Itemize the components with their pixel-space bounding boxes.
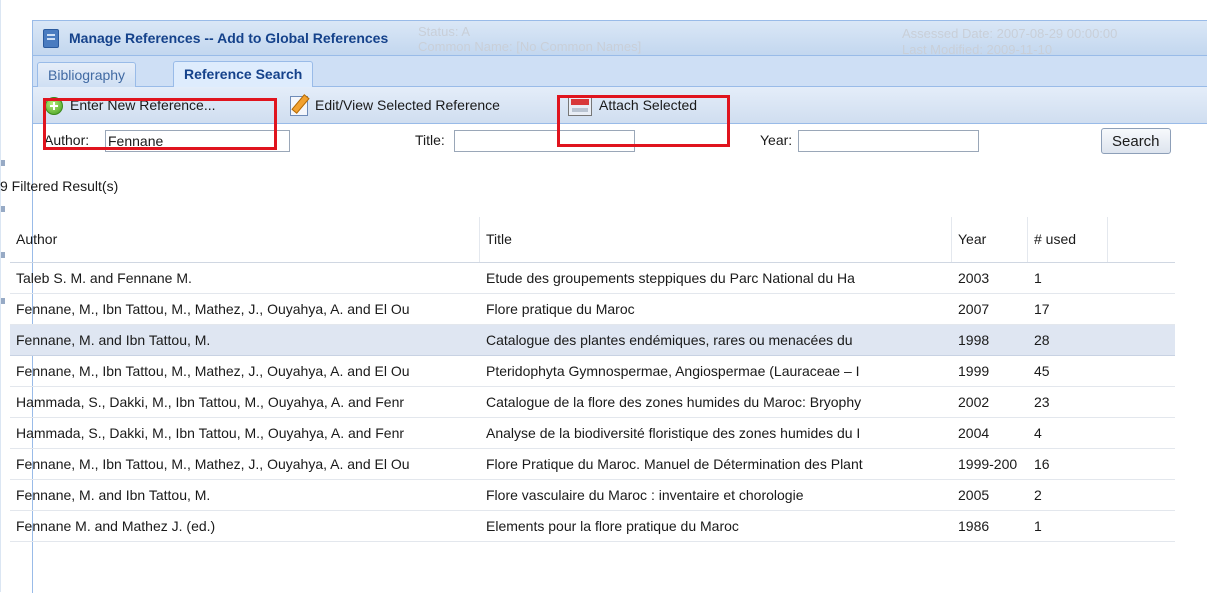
attach-icon: [568, 96, 592, 117]
table-row[interactable]: Hammada, S., Dakki, M., Ibn Tattou, M., …: [10, 418, 1175, 449]
year-input[interactable]: [798, 130, 979, 152]
column-header-title[interactable]: Title: [480, 217, 952, 262]
cell-year: 2003: [958, 270, 990, 286]
tab-reference-search[interactable]: Reference Search: [173, 61, 314, 87]
cell-title: Flore Pratique du Maroc. Manuel de Déter…: [486, 456, 863, 472]
grid-body: Taleb S. M. and Fennane M. Etude des grou…: [10, 263, 1175, 542]
cell-title: Etude des groupements steppiques du Parc…: [486, 270, 855, 286]
cell-used: 1: [1034, 518, 1042, 534]
cell-author: Fennane, M., Ibn Tattou, M., Mathez, J.,…: [16, 363, 410, 379]
table-row[interactable]: Fennane M. and Mathez J. (ed.) Elements p…: [10, 511, 1175, 542]
cell-year: 1986: [958, 518, 990, 534]
year-label: Year:: [760, 132, 793, 148]
table-row[interactable]: Taleb S. M. and Fennane M. Etude des grou…: [10, 263, 1175, 294]
cell-author: Fennane, M. and Ibn Tattou, M.: [16, 332, 211, 348]
cell-year: 1999: [958, 363, 990, 379]
edit-view-selected-reference-label: Edit/View Selected Reference: [315, 97, 500, 113]
cell-used: 45: [1034, 363, 1050, 379]
grid-header: Author Title Year # used: [10, 217, 1175, 263]
cell-title: Elements pour la flore pratique du Maroc: [486, 518, 739, 534]
author-label: Author:: [44, 132, 90, 148]
cell-used: 17: [1034, 301, 1050, 317]
tab-bibliography[interactable]: Bibliography: [37, 62, 137, 87]
cell-year: 2002: [958, 394, 990, 410]
column-header-used[interactable]: # used: [1028, 217, 1108, 262]
cell-author: Taleb S. M. and Fennane M.: [16, 270, 192, 286]
cell-used: 23: [1034, 394, 1050, 410]
cell-used: 28: [1034, 332, 1050, 348]
table-row[interactable]: Hammada, S., Dakki, M., Ibn Tattou, M., …: [10, 387, 1175, 418]
cell-author: Hammada, S., Dakki, M., Ibn Tattou, M., …: [16, 394, 405, 410]
cell-year: 2007: [958, 301, 990, 317]
dialog-title: Manage References -- Add to Global Refer…: [69, 30, 389, 46]
column-header-author[interactable]: Author: [10, 217, 480, 262]
cell-author: Hammada, S., Dakki, M., Ibn Tattou, M., …: [16, 425, 405, 441]
search-form: Author: Title: Year: Search: [33, 124, 1207, 160]
table-row[interactable]: Fennane, M. and Ibn Tattou, M. Catalogue …: [10, 325, 1175, 356]
result-count: 9 Filtered Result(s): [0, 178, 119, 194]
bg-assessed-date-text: Assessed Date: 2007-08-29 00:00:00: [902, 26, 1118, 41]
table-row[interactable]: Fennane, M., Ibn Tattou, M., Mathez, J.,…: [10, 294, 1175, 325]
attach-selected-label: Attach Selected: [599, 97, 698, 113]
cell-used: 2: [1034, 487, 1042, 503]
cell-year: 2005: [958, 487, 990, 503]
bg-status-text: Status: A: [418, 24, 471, 39]
search-button[interactable]: Search: [1101, 128, 1171, 154]
cell-title: Flore vasculaire du Maroc : inventaire e…: [486, 487, 804, 503]
cell-year: 1999-200: [958, 456, 1018, 472]
edit-view-selected-reference-button[interactable]: Edit/View Selected Reference: [290, 94, 500, 117]
table-row[interactable]: Fennane, M., Ibn Tattou, M., Mathez, J.,…: [10, 356, 1175, 387]
attach-selected-button[interactable]: Attach Selected: [568, 94, 698, 117]
enter-new-reference-label: Enter New Reference...: [70, 97, 216, 113]
edit-icon: [290, 96, 308, 117]
column-header-year[interactable]: Year: [952, 217, 1028, 262]
cell-author: Fennane, M., Ibn Tattou, M., Mathez, J.,…: [16, 301, 410, 317]
bg-common-name-text: Common Name: [No Common Names]: [418, 39, 642, 54]
cell-author: Fennane, M., Ibn Tattou, M., Mathez, J.,…: [16, 456, 410, 472]
cell-author: Fennane M. and Mathez J. (ed.): [16, 518, 216, 534]
enter-new-reference-button[interactable]: Enter New Reference...: [45, 94, 216, 116]
cell-used: 16: [1034, 456, 1050, 472]
cell-year: 1998: [958, 332, 990, 348]
results-grid: Author Title Year # used Taleb S. M. and…: [10, 217, 1175, 542]
cell-used: 4: [1034, 425, 1042, 441]
cell-year: 2004: [958, 425, 990, 441]
add-icon: [45, 97, 63, 116]
author-input[interactable]: [105, 130, 290, 152]
table-row[interactable]: Fennane, M., Ibn Tattou, M., Mathez, J.,…: [10, 449, 1175, 480]
window-icon: [43, 29, 59, 48]
title-input[interactable]: [454, 130, 635, 152]
cell-title: Catalogue des plantes endémiques, rares …: [486, 332, 853, 348]
cell-title: Pteridophyta Gymnospermae, Angiospermae …: [486, 363, 860, 379]
bg-last-modified-text: Last Modified: 2009-11-10: [902, 42, 1053, 57]
background-left-strip: [0, 120, 8, 420]
toolbar: Enter New Reference... Edit/View Selecte…: [33, 87, 1207, 124]
tab-strip: Bibliography Reference Search: [33, 56, 1207, 87]
cell-author: Fennane, M. and Ibn Tattou, M.: [16, 487, 211, 503]
cell-title: Flore pratique du Maroc: [486, 301, 635, 317]
cell-used: 1: [1034, 270, 1042, 286]
cell-title: Catalogue de la flore des zones humides …: [486, 394, 862, 410]
table-row[interactable]: Fennane, M. and Ibn Tattou, M. Flore vasc…: [10, 480, 1175, 511]
title-label: Title:: [415, 132, 445, 148]
cell-title: Analyse de la biodiversité floristique d…: [486, 425, 861, 441]
